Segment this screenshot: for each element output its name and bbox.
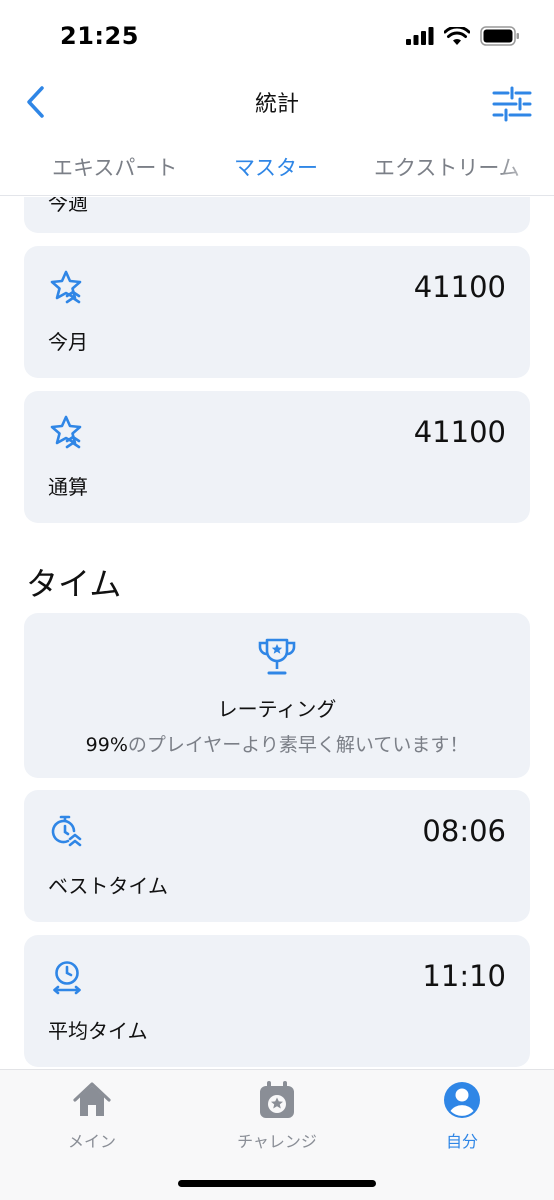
week-score-card: 今週 [24,197,530,233]
difficulty-tabs: エキスパート マスター エクストリーム [0,134,554,196]
total-score-value: 41100 [413,415,506,449]
tabbar-label-me: 自分 [445,1132,478,1151]
average-clock-icon [53,961,81,995]
page-title: 統計 [254,92,299,117]
time-section-title: タイム [26,565,122,603]
best-time-value: 08:06 [422,814,506,848]
signal-icon [406,27,434,45]
week-score-label: 今週 [48,197,88,215]
best-time-label: ベストタイム [48,874,168,898]
tabbar-label-challenge: チャレンジ [237,1132,317,1151]
total-score-label: 通算 [48,475,88,499]
status-time: 21:25 [60,22,139,50]
month-score-value: 41100 [413,270,506,304]
total-score-card: 41100 通算 [24,391,530,523]
tabbar-label-main: メイン [67,1132,116,1151]
average-time-card: 11:10 平均タイム [24,935,530,1067]
status-bar: 21:25 [0,0,554,72]
rating-percent: 99% [85,734,128,756]
calendar-star-icon [260,1081,294,1118]
best-time-card: 08:06 ベストタイム [24,790,530,922]
tab-master[interactable]: マスター [234,152,318,182]
home-icon [73,1082,111,1116]
rating-card: レーティング 99%のプレイヤーより素早く解いています！ [24,613,530,778]
wifi-icon [444,26,470,45]
month-score-card: 41100 今月 [24,246,530,378]
stopwatch-icon [51,815,82,847]
rating-title: レーティング [217,697,337,721]
battery-icon [480,26,519,46]
rating-text: 99%のプレイヤーより素早く解いています！ [24,730,530,757]
stats-content[interactable]: 今週 41100 今月 41100 通算 タイム レーティング 99%のプレイヤ… [0,197,554,1069]
average-time-label: 平均タイム [48,1019,148,1043]
rating-description: のプレイヤーより素早く解いています！ [127,734,469,756]
tab-expert[interactable]: エキスパート [52,152,177,182]
status-icons [406,26,520,46]
home-indicator [178,1180,376,1187]
profile-icon [444,1082,480,1118]
tabbar-item-me[interactable]: 自分 [392,1080,532,1152]
month-score-label: 今月 [48,330,88,354]
trophy-icon [258,638,296,675]
sliders-icon [492,86,532,122]
tabbar-item-main[interactable]: メイン [22,1080,162,1152]
filter-button[interactable] [492,84,532,124]
tab-fade [494,134,554,194]
tabbar-item-challenge[interactable]: チャレンジ [207,1080,347,1152]
star-rank-icon [50,270,82,304]
nav-bar: 統計 [0,72,554,134]
average-time-value: 11:10 [422,959,506,993]
star-rank-icon [50,415,82,449]
